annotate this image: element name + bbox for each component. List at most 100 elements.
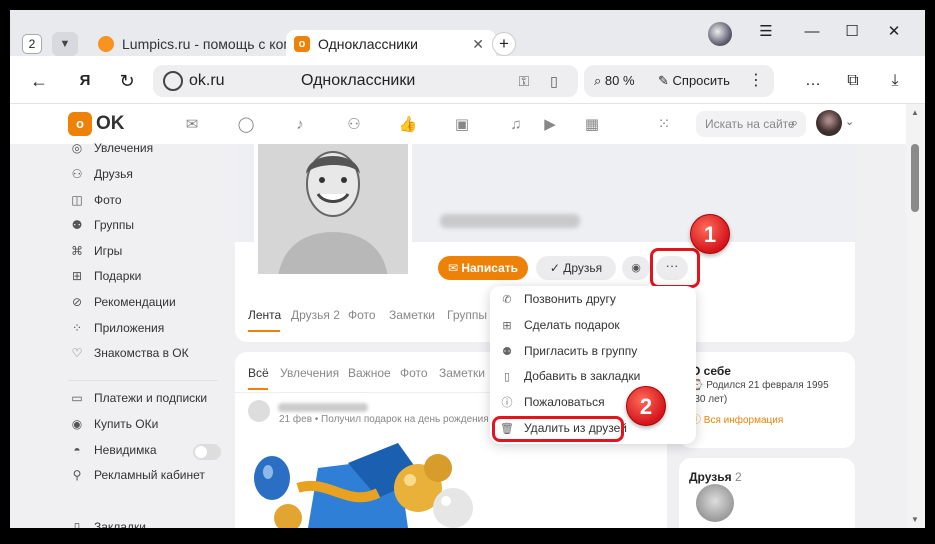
guests-icon[interactable]: ⚇ bbox=[344, 115, 364, 135]
discussions-icon[interactable]: ◯ bbox=[236, 115, 256, 135]
feed-tab-notes[interactable]: Заметки bbox=[439, 366, 485, 380]
about-all-info-link[interactable]: ⓘ Вся информация bbox=[691, 414, 783, 428]
back-icon[interactable]: ← bbox=[26, 68, 52, 94]
translate-icon[interactable]: ⚿ bbox=[513, 70, 535, 92]
friends-card-title[interactable]: Друзья bbox=[689, 470, 732, 484]
apps-grid-icon[interactable]: ⁙ bbox=[654, 115, 674, 135]
reload-icon[interactable]: ↻ bbox=[114, 68, 140, 94]
user-avatar[interactable] bbox=[816, 110, 842, 136]
ok-logo-icon[interactable]: o bbox=[68, 112, 92, 136]
sidebar-item-hobbies[interactable]: ◎ Увлечения bbox=[68, 138, 153, 158]
tab-title: Lumpics.ru - помощь с ком bbox=[122, 36, 290, 52]
sidebar-item-recommendations[interactable]: ⊘ Рекомендации bbox=[68, 292, 176, 312]
download-icon[interactable]: ⤓ bbox=[882, 68, 908, 94]
notifications-icon[interactable]: ♪ bbox=[290, 115, 310, 135]
menu-item-add-bookmark[interactable]: ▯ Добавить в закладки bbox=[500, 367, 640, 385]
gift-icon: ⊞ bbox=[502, 319, 512, 332]
feed-tab-all[interactable]: Всё bbox=[248, 366, 269, 380]
sidebar-item-photo[interactable]: ◫ Фото bbox=[68, 190, 121, 210]
search-placeholder: Искать на сайте bbox=[705, 117, 795, 131]
sidebar-item-games[interactable]: ⌘ Игры bbox=[68, 241, 122, 261]
calendar-icon[interactable]: ▦ bbox=[582, 115, 602, 135]
page-scrollbar[interactable]: ▲ ▼ bbox=[906, 104, 925, 528]
yandex-icon[interactable]: Я bbox=[72, 68, 98, 94]
site-info-icon[interactable] bbox=[163, 71, 183, 91]
step2-highlight bbox=[492, 416, 624, 442]
new-tab-button[interactable]: + bbox=[492, 32, 516, 56]
ask-button[interactable]: ✎ Спросить bbox=[658, 73, 730, 89]
menu-item-report[interactable]: ⓘ Пожаловаться bbox=[500, 393, 605, 411]
invisible-toggle[interactable] bbox=[193, 444, 221, 460]
ok-favicon-icon: o bbox=[294, 35, 310, 52]
more-vertical-icon[interactable]: ⋮ bbox=[748, 70, 764, 90]
active-tab-indicator bbox=[248, 330, 280, 332]
sidebar-divider bbox=[68, 380, 218, 381]
invisible-icon: ◓ bbox=[73, 443, 81, 457]
sidebar-item-apps[interactable]: ⁘ Приложения bbox=[68, 318, 164, 338]
sidebar-item-dating[interactable]: ♡ Знакомства в ОК bbox=[68, 343, 189, 363]
maximize-icon[interactable]: ☐ bbox=[840, 20, 864, 44]
tab-lumpics[interactable]: Lumpics.ru - помощь с ком bbox=[90, 30, 290, 58]
ok-logo-text[interactable]: OK bbox=[96, 113, 125, 135]
about-title: О себе bbox=[691, 364, 731, 378]
tabs-menu-button[interactable]: ▼ bbox=[52, 32, 78, 56]
video-icon[interactable]: ▣ bbox=[452, 115, 472, 135]
minimize-icon[interactable]: — bbox=[800, 20, 824, 44]
tab-friends[interactable]: Друзья 2 bbox=[291, 308, 340, 322]
post-author-name-blurred bbox=[278, 403, 368, 412]
menu-item-send-gift[interactable]: ⊞ Сделать подарок bbox=[500, 316, 619, 334]
gift-image[interactable] bbox=[248, 438, 478, 528]
profile-photo[interactable] bbox=[254, 144, 412, 278]
tab-odnoklassniki[interactable]: o Одноклассники ✕ bbox=[286, 30, 496, 58]
search-icon[interactable]: ⌕ bbox=[791, 115, 798, 131]
sidebar-item-bookmarks[interactable]: ▯ Закладки bbox=[68, 517, 146, 528]
tab-title: Одноклассники bbox=[318, 36, 419, 52]
music-icon[interactable]: ♫ bbox=[506, 115, 526, 135]
apps-icon: ⁘ bbox=[71, 321, 83, 335]
collections-icon[interactable]: … bbox=[800, 68, 826, 94]
payments-icon: ▭ bbox=[71, 391, 83, 405]
profile-avatar[interactable] bbox=[708, 22, 732, 46]
url-field[interactable]: ok.ru Одноклассники ⚿ ▯ bbox=[153, 65, 578, 97]
friend-avatar[interactable] bbox=[696, 484, 734, 522]
bookmark-icon[interactable]: ▯ bbox=[543, 70, 565, 92]
zoom-level[interactable]: ⌕ 80 % bbox=[594, 73, 635, 89]
scroll-down-icon[interactable]: ▼ bbox=[911, 515, 919, 524]
sidebar-item-payments[interactable]: ▭ Платежи и подписки bbox=[68, 388, 207, 408]
step2-badge: 2 bbox=[626, 386, 666, 426]
phone-icon: ✆ bbox=[502, 293, 512, 306]
scroll-thumb[interactable] bbox=[911, 144, 919, 212]
sidebar-item-buy-ok[interactable]: ◉ Купить ОКи bbox=[68, 414, 159, 434]
sidebar-item-gifts[interactable]: ⊞ Подарки bbox=[68, 266, 141, 286]
sidebar-item-friends[interactable]: ⚇ Друзья bbox=[68, 164, 133, 184]
write-message-button[interactable]: ✉ Написать bbox=[438, 256, 528, 280]
tab-photo[interactable]: Фото bbox=[348, 308, 376, 322]
feed-tab-important[interactable]: Важное bbox=[348, 366, 391, 380]
post-author-avatar[interactable] bbox=[248, 400, 270, 422]
menu-icon[interactable]: ☰ bbox=[754, 20, 778, 44]
ads-icon: ⚲ bbox=[72, 468, 82, 482]
feed-tab-photo[interactable]: Фото bbox=[400, 366, 428, 380]
scroll-up-icon[interactable]: ▲ bbox=[911, 108, 919, 117]
menu-item-call-friend[interactable]: ✆ Позвонить другу bbox=[500, 290, 616, 308]
subscribe-icon[interactable]: ◉ bbox=[622, 256, 650, 280]
tab-groups[interactable]: Группы bbox=[447, 308, 487, 322]
close-window-icon[interactable]: ✕ bbox=[882, 20, 906, 44]
extensions-icon[interactable]: ⧉ bbox=[840, 68, 866, 94]
sidebar-item-invisible[interactable]: ◓ Невидимка bbox=[68, 440, 156, 460]
sidebar-item-groups[interactable]: ⚉ Группы bbox=[68, 215, 134, 235]
search-input[interactable]: Искать на сайте ⌕ bbox=[696, 111, 806, 137]
close-tab-icon[interactable]: ✕ bbox=[472, 30, 484, 58]
tab-notes[interactable]: Заметки bbox=[389, 308, 435, 322]
menu-item-invite-to-group[interactable]: ⚉ Пригласить в группу bbox=[500, 342, 637, 360]
chevron-down-icon[interactable]: ⌄ bbox=[845, 115, 854, 128]
feed-tab-hobbies[interactable]: Увлечения bbox=[280, 366, 339, 380]
tab-count-button[interactable]: 2 bbox=[22, 34, 42, 54]
likes-icon[interactable]: 👍 bbox=[398, 115, 418, 135]
sidebar-item-ads[interactable]: ⚲ Рекламный кабинет bbox=[68, 465, 205, 485]
messages-icon[interactable]: ✉ bbox=[182, 115, 202, 135]
zoom-and-ask: ⌕ 80 % ✎ Спросить ⋮ bbox=[584, 65, 774, 97]
tab-feed[interactable]: Лента bbox=[248, 308, 281, 322]
friends-status-button[interactable]: ✓ Друзья bbox=[536, 256, 616, 280]
video-play-icon[interactable]: ▶ bbox=[540, 115, 560, 135]
